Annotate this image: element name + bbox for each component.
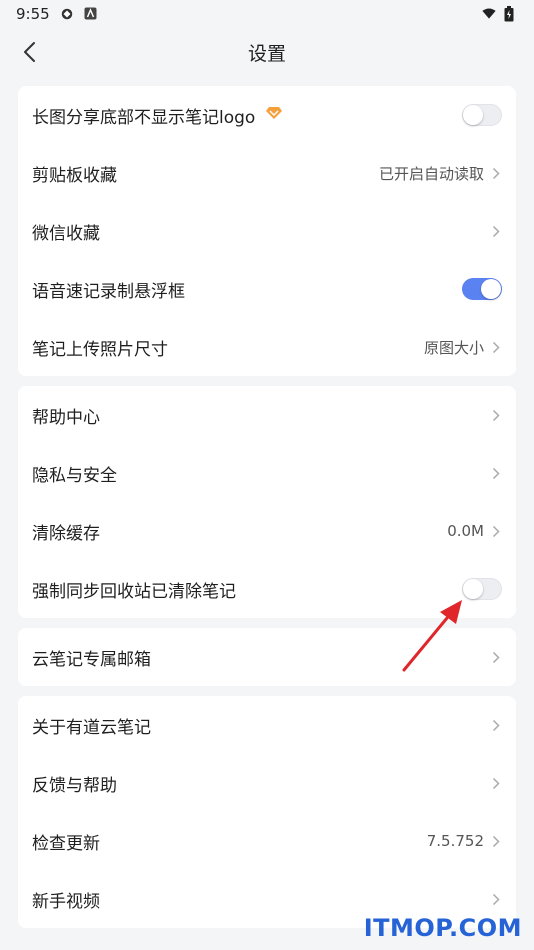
setting-row-long-image-logo[interactable]: 长图分享底部不显示笔记logo (18, 86, 516, 144)
chevron-right-icon (490, 650, 502, 664)
toggle-force-sync[interactable] (462, 578, 502, 600)
setting-value: 原图大小 (423, 338, 484, 357)
setting-row-check-update[interactable]: 检查更新 7.5.752 (18, 812, 516, 870)
setting-label: 云笔记专属邮箱 (32, 649, 151, 670)
setting-row-help-center[interactable]: 帮助中心 (18, 386, 516, 444)
toggle-voice-float[interactable] (462, 278, 502, 300)
setting-row-photo-size[interactable]: 笔记上传照片尺寸 原图大小 (18, 318, 516, 376)
setting-label: 强制同步回收站已清除笔记 (32, 581, 236, 602)
setting-value: 7.5.752 (426, 832, 484, 850)
setting-row-privacy[interactable]: 隐私与安全 (18, 444, 516, 502)
setting-label: 长图分享底部不显示笔记logo (32, 107, 256, 128)
setting-label: 剪贴板收藏 (32, 165, 117, 186)
chevron-right-icon (490, 776, 502, 790)
setting-row-clear-cache[interactable]: 清除缓存 0.0M (18, 502, 516, 560)
status-bar: 9:55 (0, 0, 534, 27)
watermark: ITMOP.COM (363, 914, 522, 942)
setting-row-feedback[interactable]: 反馈与帮助 (18, 754, 516, 812)
setting-value: 0.0M (447, 522, 484, 540)
setting-label: 帮助中心 (32, 407, 100, 428)
sync-status-icon (60, 7, 74, 21)
setting-row-email[interactable]: 云笔记专属邮箱 (18, 628, 516, 686)
chevron-right-icon (490, 718, 502, 732)
chevron-right-icon (490, 524, 502, 538)
app-notification-icon (84, 7, 98, 21)
page-title: 设置 (247, 42, 286, 65)
chevron-right-icon (490, 224, 502, 238)
setting-label: 清除缓存 (32, 523, 100, 544)
chevron-right-icon (490, 892, 502, 906)
setting-label: 微信收藏 (32, 223, 100, 244)
status-time: 9:55 (16, 4, 50, 23)
chevron-right-icon (490, 466, 502, 480)
chevron-right-icon (490, 166, 502, 180)
settings-group-preferences: 长图分享底部不显示笔记logo 剪贴板收藏 已开启自动读取 微信收藏 语音速记录… (18, 86, 516, 376)
setting-row-voice-float[interactable]: 语音速记录制悬浮框 (18, 260, 516, 318)
setting-row-force-sync[interactable]: 强制同步回收站已清除笔记 (18, 560, 516, 618)
setting-label: 反馈与帮助 (32, 775, 117, 796)
chevron-right-icon (490, 834, 502, 848)
vip-diamond-icon (265, 105, 283, 125)
nav-bar: 设置 (0, 27, 534, 77)
toggle-long-image-logo[interactable] (462, 104, 502, 126)
setting-label: 新手视频 (32, 891, 100, 912)
chevron-right-icon (490, 408, 502, 422)
chevron-right-icon (490, 340, 502, 354)
setting-row-clipboard[interactable]: 剪贴板收藏 已开启自动读取 (18, 144, 516, 202)
back-arrow-icon (24, 42, 35, 62)
setting-label: 隐私与安全 (32, 465, 117, 486)
status-left: 9:55 (16, 5, 98, 23)
setting-row-wechat[interactable]: 微信收藏 (18, 202, 516, 260)
battery-icon (502, 5, 516, 21)
setting-label: 语音速记录制悬浮框 (32, 281, 185, 302)
setting-label: 笔记上传照片尺寸 (32, 339, 168, 360)
settings-group-support: 帮助中心 隐私与安全 清除缓存 0.0M 强制同步回收站已清除笔记 (18, 386, 516, 618)
setting-value: 已开启自动读取 (378, 164, 484, 183)
wifi-icon (482, 7, 496, 21)
status-right (482, 5, 516, 21)
back-button[interactable] (14, 37, 44, 67)
setting-label: 检查更新 (32, 833, 100, 854)
setting-label: 关于有道云笔记 (32, 717, 151, 738)
setting-row-about[interactable]: 关于有道云笔记 (18, 696, 516, 754)
settings-group-email: 云笔记专属邮箱 (18, 628, 516, 686)
settings-group-about: 关于有道云笔记 反馈与帮助 检查更新 7.5.752 新手视频 (18, 696, 516, 928)
